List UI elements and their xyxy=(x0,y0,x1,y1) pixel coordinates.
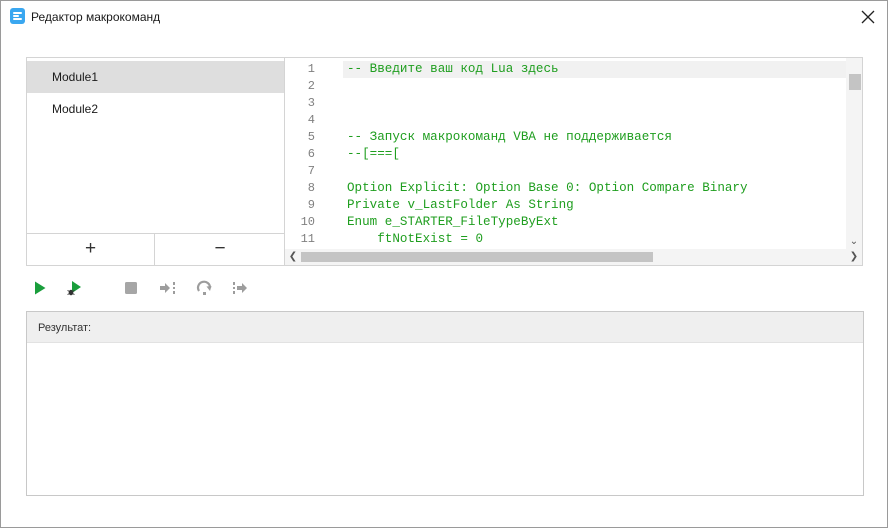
step-into-icon xyxy=(160,282,175,294)
debug-toolbar xyxy=(26,277,326,299)
line-number: 9 xyxy=(307,198,315,212)
scroll-down-arrow-icon[interactable]: ⌄ xyxy=(846,234,862,250)
result-header: Результат: xyxy=(27,312,863,343)
module-item-label: Module2 xyxy=(52,102,99,116)
code-line-current[interactable]: -- Введите ваш код Lua здесь xyxy=(343,61,847,78)
line-number: 8 xyxy=(307,181,315,195)
macro-editor-window: Редактор макрокоманд Module1 Module2 + − xyxy=(0,0,888,528)
code-line[interactable] xyxy=(343,112,847,129)
vertical-scroll-thumb[interactable] xyxy=(849,74,861,90)
code-line[interactable] xyxy=(343,95,847,112)
code-line[interactable]: Private v_LastFolder As String xyxy=(343,197,847,214)
code-line[interactable]: ftNotExist = 0 xyxy=(343,231,847,248)
scroll-left-arrow-icon[interactable]: ❮ xyxy=(285,249,301,265)
scroll-right-arrow-icon[interactable]: ❯ xyxy=(846,249,862,265)
code-line[interactable]: Option Explicit: Option Base 0: Option C… xyxy=(343,180,847,197)
code-line[interactable] xyxy=(343,163,847,180)
step-over-icon xyxy=(196,280,212,295)
plus-icon: + xyxy=(84,238,97,259)
step-out-button[interactable] xyxy=(229,277,251,299)
minus-icon: − xyxy=(214,238,226,259)
line-number: 3 xyxy=(307,96,315,110)
result-panel: Результат: xyxy=(26,311,864,496)
line-number: 5 xyxy=(307,130,315,144)
code-text-area[interactable]: -- Введите ваш код Lua здесь -- Запуск м… xyxy=(343,61,847,248)
line-number: 2 xyxy=(307,79,315,93)
macro-editor-icon xyxy=(10,8,25,24)
result-label: Результат: xyxy=(38,322,92,334)
code-line[interactable]: --[===[ xyxy=(343,146,847,163)
close-icon xyxy=(861,10,875,24)
module-item-module2[interactable]: Module2 xyxy=(27,93,284,125)
line-number: 7 xyxy=(307,164,315,178)
line-number: 10 xyxy=(300,215,315,229)
stop-button[interactable] xyxy=(120,277,142,299)
line-number: 11 xyxy=(300,232,315,246)
run-button[interactable] xyxy=(29,277,51,299)
code-line[interactable]: Enum e_STARTER_FileTypeByExt xyxy=(343,214,847,231)
close-button[interactable] xyxy=(855,5,881,29)
horizontal-scroll-thumb[interactable] xyxy=(301,252,653,262)
vertical-scrollbar[interactable]: ⌄ xyxy=(846,58,862,250)
line-number: 6 xyxy=(307,147,315,161)
horizontal-scrollbar[interactable]: ❮ ❯ xyxy=(285,249,862,265)
title-bar: Редактор макрокоманд xyxy=(1,1,887,33)
line-number: 4 xyxy=(307,113,315,127)
code-line[interactable]: -- Запуск макрокоманд VBA не поддерживае… xyxy=(343,129,847,146)
debug-run-icon xyxy=(67,281,81,296)
module-item-label: Module1 xyxy=(52,70,99,84)
step-over-button[interactable] xyxy=(193,277,215,299)
remove-module-button[interactable]: − xyxy=(156,234,284,265)
module-buttons: + − xyxy=(27,233,284,265)
module-panel: Module1 Module2 + − xyxy=(26,57,284,266)
stop-icon xyxy=(125,282,137,294)
module-list: Module1 Module2 xyxy=(27,61,284,125)
step-out-icon xyxy=(233,282,247,294)
add-module-button[interactable]: + xyxy=(27,234,155,265)
window-title: Редактор макрокоманд xyxy=(31,10,161,24)
debug-button[interactable] xyxy=(63,277,85,299)
module-item-module1[interactable]: Module1 xyxy=(27,61,284,93)
code-line[interactable] xyxy=(343,78,847,95)
line-number-gutter: 1 2 3 4 5 6 7 8 9 10 11 xyxy=(285,61,321,248)
step-into-button[interactable] xyxy=(156,277,178,299)
line-number: 1 xyxy=(307,62,315,76)
code-editor[interactable]: 1 2 3 4 5 6 7 8 9 10 11 -- Введите ваш к… xyxy=(284,57,863,266)
play-icon xyxy=(35,281,46,295)
